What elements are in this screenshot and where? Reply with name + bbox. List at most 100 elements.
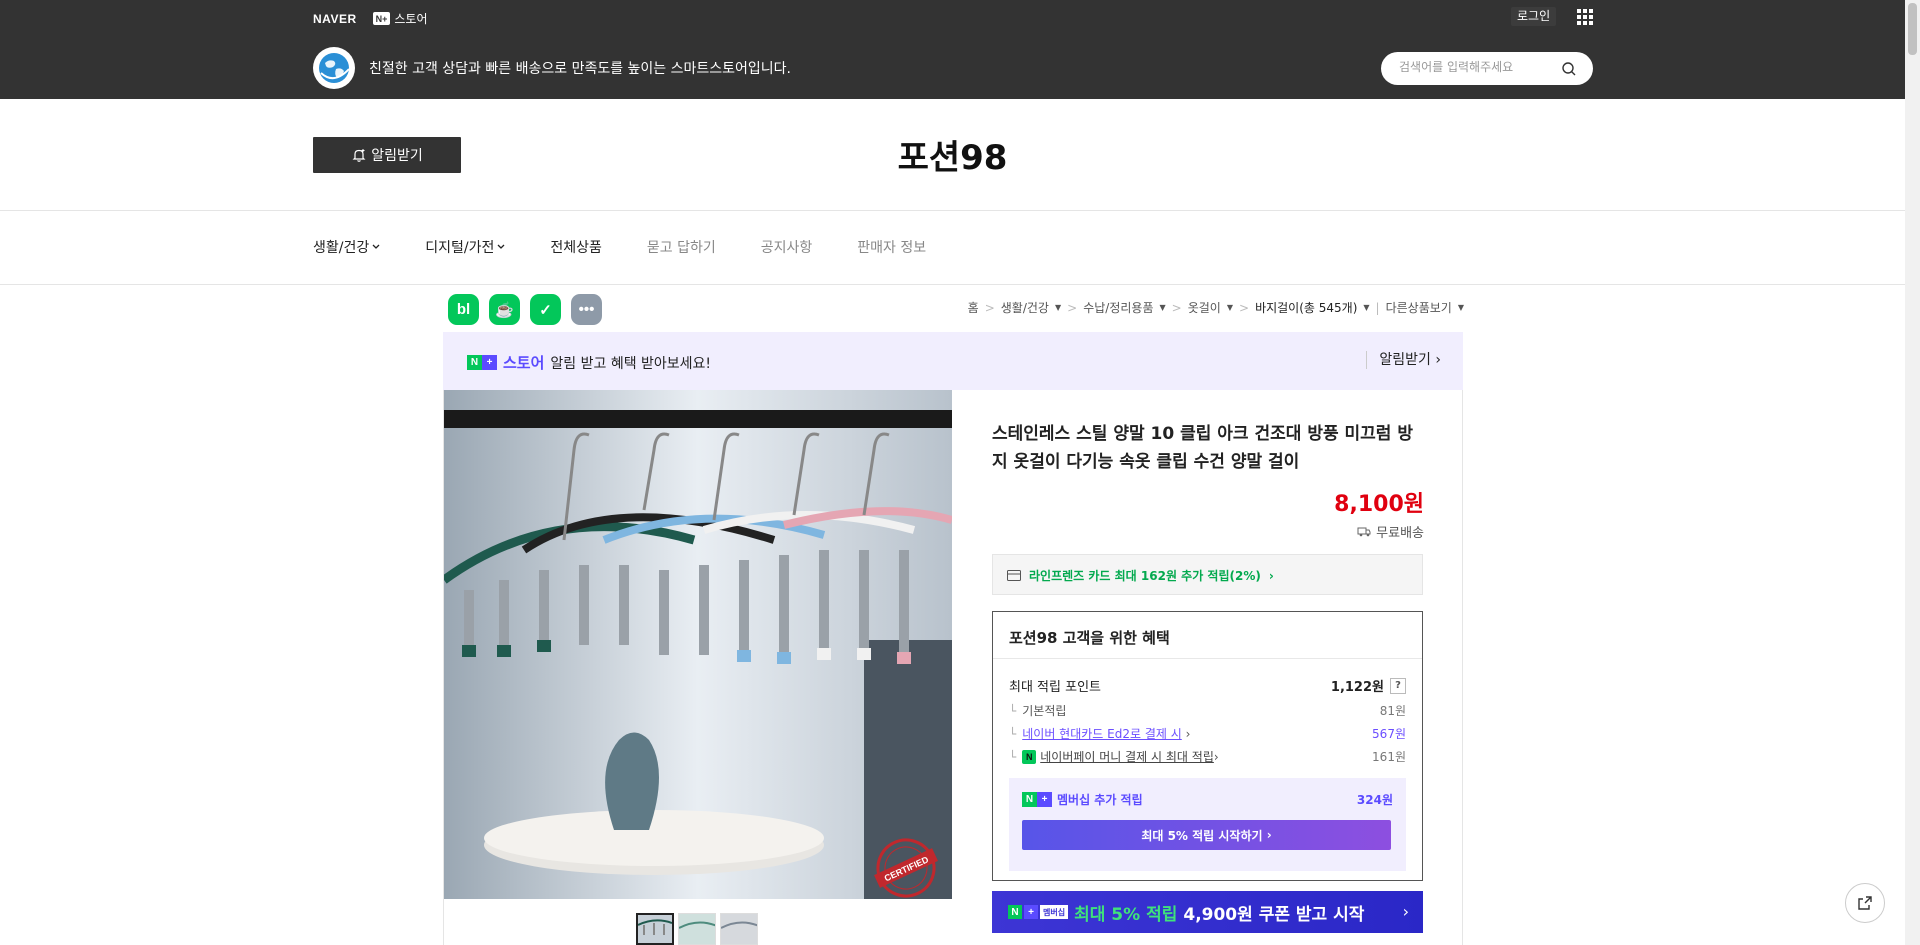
naverpay-money-link[interactable]: 네이버페이 머니 결제 시 최대 적립 (1040, 748, 1214, 765)
benefit-title: 포션98 고객을 위한 혜택 (993, 612, 1422, 659)
chevron-right-icon: › (1402, 902, 1409, 921)
breadcrumb-separator: > (1239, 300, 1250, 315)
breadcrumb-item[interactable]: 생활/건강 (1001, 299, 1049, 316)
bookmark-icon[interactable]: ✓ (530, 294, 561, 325)
more-icon[interactable]: ••• (571, 294, 602, 325)
caret-down-icon[interactable]: ▼ (1227, 303, 1233, 312)
breadcrumb-separator: > (1067, 300, 1078, 315)
membership-start-button[interactable]: 최대 5% 적립 시작하기 › (1022, 820, 1391, 850)
nplus-store-label: 스토어 (394, 12, 428, 26)
caret-down-icon[interactable]: ▼ (1363, 303, 1369, 312)
max-points-value: 1,122원 (1330, 680, 1384, 695)
card-benefit-text: 라인프렌즈 카드 최대 162원 추가 적립(2%) (1029, 569, 1261, 583)
category-seller-info[interactable]: 판매자 정보 (857, 237, 926, 257)
category-living-health[interactable]: 생활/건강 (313, 237, 380, 257)
category-nav: 생활/건강 디지털/가전 전체상품 묻고 답하기 공지사항 판매자 정보 (313, 232, 926, 262)
category-qna[interactable]: 묻고 답하기 (647, 237, 716, 257)
breadcrumb-current[interactable]: 바지걸이(총 545개) (1255, 299, 1357, 316)
breadcrumb-item[interactable]: 수납/정리용품 (1083, 299, 1153, 316)
product-thumbnails (636, 913, 758, 945)
store-description: 친절한 고객 상담과 빠른 배송으로 만족도를 높이는 스마트스토어입니다. (369, 61, 791, 77)
nplus-store-label: 스토어 (503, 354, 545, 372)
store-search (1381, 52, 1593, 85)
points-row-card: └ 네이버 현대카드 Ed2로 결제 시 › 567원 (1009, 725, 1406, 742)
store-name[interactable]: 포션98 (0, 130, 1905, 179)
chevron-right-icon: › (1213, 749, 1219, 764)
help-icon[interactable]: ? (1390, 677, 1406, 694)
membership-cta-label: 최대 5% 적립 시작하기 (1141, 828, 1263, 843)
product-main-image[interactable]: CERTIFIED (444, 390, 952, 899)
search-icon[interactable] (1561, 61, 1577, 77)
cafe-icon[interactable]: ☕ (489, 294, 520, 325)
breadcrumb-item[interactable]: 옷걸이 (1188, 299, 1221, 316)
thumbnail[interactable] (720, 913, 758, 945)
share-icons: bl ☕ ✓ ••• (448, 294, 602, 325)
alarm-banner-text: 알림 받고 혜택 받아보세요! (550, 355, 712, 372)
nplus-store-logo[interactable]: N+ 스토어 (372, 10, 428, 27)
chevron-right-icon: › (1268, 568, 1274, 583)
store-header: NAVER N+ 스토어 로그인 친절한 고객 상담과 빠른 배송으로 만족도를… (0, 0, 1920, 99)
nplus-icon: N+ (372, 12, 391, 25)
points-value: 81원 (1379, 704, 1406, 718)
coupon-text: 4,900원 쿠폰 받고 시작 (1183, 904, 1365, 925)
product-price: 8,100원 (1334, 492, 1424, 517)
membership-badge-label: 멤버십 (1040, 905, 1069, 919)
breadcrumb: 홈 > 생활/건강 ▼ > 수납/정리용품 ▼ > 옷걸이 ▼ > 바지걸이(총 54… (968, 299, 1464, 316)
search-input[interactable] (1399, 60, 1559, 74)
page-scrollbar[interactable] (1905, 0, 1920, 945)
store-benefit-box: 포션98 고객을 위한 혜택 최대 적립 포인트 1,122원 ? └ 기본적립 … (992, 611, 1423, 881)
chevron-right-icon: › (1262, 828, 1272, 842)
shipping-label: 무료배송 (1376, 526, 1424, 541)
membership-label: 멤버십 추가 적립 (1057, 793, 1143, 807)
points-label: 기본적립 (1022, 704, 1067, 718)
card-benefit-box[interactable]: 라인프렌즈 카드 최대 162원 추가 적립(2%) › (992, 554, 1423, 595)
caret-down-icon[interactable]: ▼ (1055, 303, 1061, 312)
chevron-right-icon: › (1435, 352, 1441, 368)
points-row-basic: └ 기본적립 81원 (1009, 702, 1406, 719)
login-button[interactable]: 로그인 (1511, 7, 1557, 26)
points-value: 567원 (1372, 727, 1406, 741)
nplus-icon: N+ (1022, 792, 1052, 808)
chevron-right-icon: › (1181, 727, 1191, 741)
product-title: 스테인레스 스틸 양말 10 클립 아크 건조대 방풍 미끄럼 방지 옷걸이 다… (992, 424, 1414, 472)
membership-coupon-banner[interactable]: N + 멤버십 최대 5% 적립 4,900원 쿠폰 받고 시작 › (992, 891, 1423, 933)
chevron-down-icon (372, 244, 380, 249)
alarm-banner: N + 스토어 알림 받고 혜택 받아보세요! 알림받기 › (443, 332, 1463, 390)
breadcrumb-separator: > (984, 300, 995, 315)
naver-logo[interactable]: NAVER (313, 12, 357, 26)
thumbnail[interactable] (636, 913, 674, 945)
category-all-products[interactable]: 전체상품 (550, 237, 602, 257)
apps-grid-icon[interactable] (1577, 9, 1593, 25)
breadcrumb-home[interactable]: 홈 (968, 299, 979, 316)
coupon-highlight: 최대 5% 적립 (1074, 904, 1178, 925)
shipping-info: 무료배송 (1357, 522, 1424, 541)
alarm-banner-action-label: 알림받기 (1379, 352, 1431, 368)
branch-icon: └ (1009, 704, 1017, 718)
store-profile-logo[interactable] (313, 47, 355, 89)
blog-icon[interactable]: bl (448, 294, 479, 325)
category-label: 생활/건강 (313, 240, 370, 256)
caret-down-icon[interactable]: ▼ (1458, 303, 1464, 312)
category-notice[interactable]: 공지사항 (761, 237, 813, 257)
breadcrumb-separator: | (1375, 300, 1380, 315)
share-icon (1858, 896, 1872, 910)
other-products-link[interactable]: 다른상품보기 (1386, 299, 1452, 316)
credit-card-icon (1007, 570, 1021, 581)
scrollbar-thumb[interactable] (1908, 3, 1917, 55)
nav-divider (0, 284, 1905, 285)
hyundai-card-link[interactable]: 네이버 현대카드 Ed2로 결제 시 (1022, 727, 1182, 741)
caret-down-icon[interactable]: ▼ (1160, 303, 1166, 312)
max-points-label: 최대 적립 포인트 (1009, 680, 1101, 695)
category-digital-appliance[interactable]: 디지털/가전 (425, 237, 505, 257)
naverpay-icon: N (1022, 749, 1037, 764)
membership-box: N + 멤버십 추가 적립 324원 최대 5% 적립 시작하기 › (1009, 778, 1406, 871)
alarm-banner-action[interactable]: 알림받기 › (1366, 351, 1441, 369)
nplus-membership-badge: N + 멤버십 (1008, 905, 1069, 919)
points-row-npay: └ N 네이버페이 머니 결제 시 최대 적립 › 161원 (1009, 748, 1406, 765)
membership-value: 324원 (1356, 793, 1393, 807)
share-button[interactable] (1845, 883, 1885, 923)
branch-icon: └ (1009, 749, 1017, 764)
thumbnail[interactable] (678, 913, 716, 945)
breadcrumb-separator: > (1171, 300, 1182, 315)
global-nav: NAVER N+ 스토어 (313, 10, 428, 27)
